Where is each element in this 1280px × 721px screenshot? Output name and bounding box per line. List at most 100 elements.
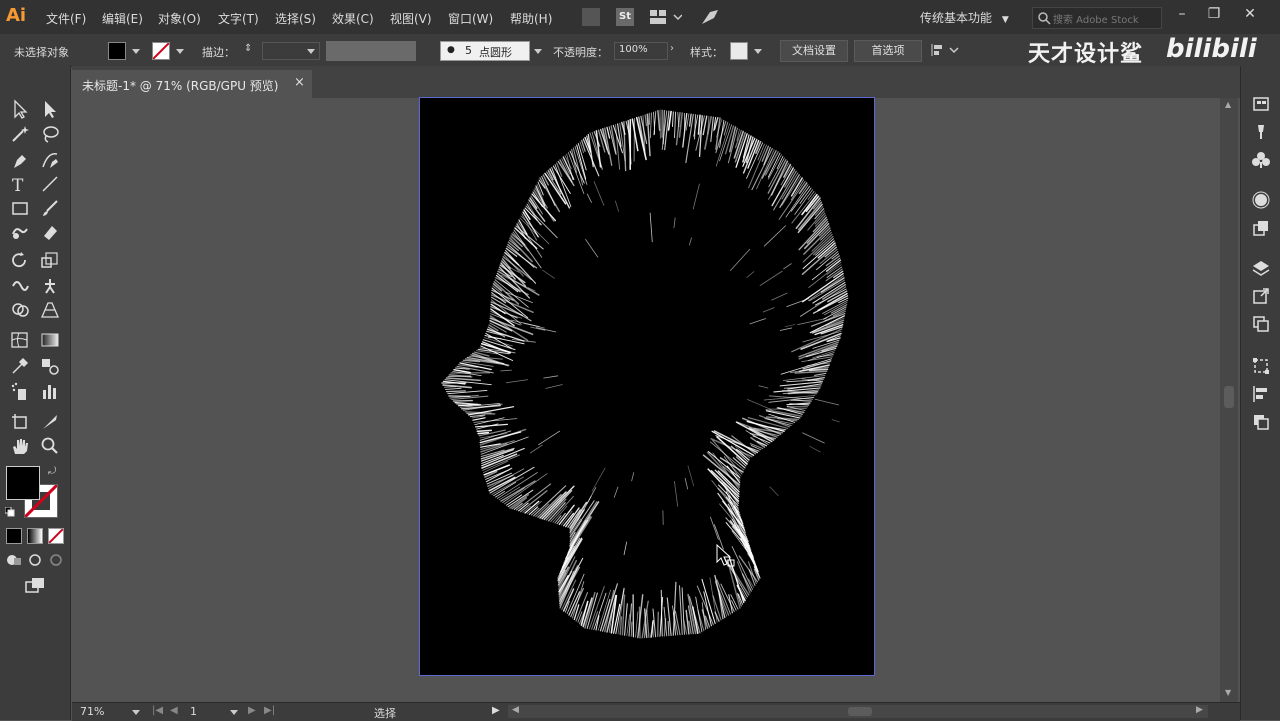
line-tool-icon[interactable] [40,174,60,194]
chevron-down-icon[interactable] [132,49,140,54]
paintbrush-tool-icon[interactable] [40,198,60,218]
menu-type[interactable]: 文字(T) [218,10,259,27]
arrange-documents-icon[interactable] [650,9,682,28]
stroke-weight-field[interactable] [262,42,320,60]
brushes-panel-icon[interactable] [1251,122,1271,142]
chevron-up-icon[interactable]: ▲ [1225,100,1231,109]
curvature-tool-icon[interactable] [40,150,60,170]
horizontal-scrollbar[interactable]: ◀ ▶ [508,705,1208,718]
last-artboard-icon[interactable]: ▶| [264,705,275,716]
chevron-right-icon[interactable]: ▶ [1196,705,1203,715]
brush-definition-select[interactable]: ● 5 点圆形 [440,41,530,61]
eyedropper-tool-icon[interactable] [10,356,30,376]
vertical-scrollbar[interactable]: ▲ ▼ [1220,98,1238,702]
swap-fill-stroke-icon[interactable]: ⤾ [48,466,56,477]
none-mode-icon[interactable] [48,528,64,544]
perspective-grid-tool-icon[interactable] [40,300,60,320]
stroke-swatch[interactable] [152,42,170,60]
fill-swatch[interactable] [108,42,126,60]
close-tab-button[interactable]: × [294,75,305,90]
slice-tool-icon[interactable] [40,412,60,432]
type-tool-icon[interactable]: T [10,174,30,194]
artboards-panel-icon[interactable] [1251,314,1271,334]
color-mode-icon[interactable] [6,528,22,544]
next-artboard-icon[interactable]: ▶ [248,705,256,716]
draw-inside-icon[interactable] [48,552,64,568]
menu-effect[interactable]: 效果(C) [332,10,374,27]
opacity-field[interactable]: 100% [614,42,668,60]
color-panel-icon[interactable] [1251,94,1271,114]
chevron-right-icon[interactable]: › [670,43,674,54]
graphic-style-swatch[interactable] [730,42,748,60]
menu-help[interactable]: 帮助(H) [510,10,552,27]
fill-color-box[interactable] [6,466,40,500]
stroke-stepper-icon[interactable]: ⇕ [244,43,252,54]
vertical-scroll-thumb[interactable] [1224,386,1234,408]
screen-mode-icon[interactable] [24,576,46,594]
symbol-sprayer-tool-icon[interactable] [10,382,30,402]
workspace-switcher[interactable]: 传统基本功能 ▼ [920,9,1009,26]
graphic-styles-panel-icon[interactable] [1251,218,1271,238]
previous-artboard-icon[interactable]: ◀ [170,705,178,716]
restore-button[interactable]: ❐ [1204,4,1224,24]
status-menu-icon[interactable]: ▶ [492,705,500,716]
align-panel-icon[interactable] [1251,384,1271,404]
document-setup-button[interactable]: 文档设置 [780,40,848,62]
document-tab[interactable]: 未标题-1* @ 71% (RGB/GPU 预览) × [72,70,312,98]
artboard[interactable] [419,97,875,676]
lasso-tool-icon[interactable] [40,124,60,144]
menu-object[interactable]: 对象(O) [158,10,201,27]
appearance-panel-icon[interactable] [1251,190,1271,210]
eraser-tool-icon[interactable] [40,222,60,242]
menu-view[interactable]: 视图(V) [390,10,432,27]
zoom-level-select[interactable]: 71% [76,704,142,719]
selection-tool-icon[interactable] [10,99,30,119]
layers-panel-icon[interactable] [1251,258,1271,278]
rectangle-tool-icon[interactable] [10,198,30,218]
transform-panel-icon[interactable] [1251,356,1271,376]
rotate-tool-icon[interactable] [10,250,30,270]
chevron-down-icon[interactable] [534,49,542,54]
artboard-number-select[interactable]: 1 [184,704,240,719]
direct-selection-tool-icon[interactable] [40,99,60,119]
gpu-performance-icon[interactable] [700,8,720,29]
stock-search-input[interactable]: 搜索 Adobe Stock [1032,7,1162,29]
mesh-tool-icon[interactable] [10,330,30,350]
draw-behind-icon[interactable] [27,552,43,568]
column-graph-tool-icon[interactable] [40,382,60,402]
minimize-button[interactable]: – [1172,4,1192,24]
default-colors-icon[interactable] [5,506,15,516]
gradient-mode-icon[interactable] [27,528,43,544]
menu-file[interactable]: 文件(F) [46,10,86,27]
close-window-button[interactable]: ✕ [1240,4,1260,24]
warp-tool-icon[interactable] [10,276,30,296]
blend-tool-icon[interactable] [40,356,60,376]
chevron-down-icon[interactable] [754,49,762,54]
horizontal-scroll-thumb[interactable] [848,707,872,716]
first-artboard-icon[interactable]: |◀ [152,705,163,716]
align-icon[interactable] [930,42,960,61]
magic-wand-tool-icon[interactable] [10,124,30,144]
artboard-tool-icon[interactable] [10,412,30,432]
pen-tool-icon[interactable] [10,150,30,170]
hand-tool-icon[interactable] [10,436,30,456]
shaper-tool-icon[interactable] [10,222,30,242]
gradient-tool-icon[interactable] [40,330,60,350]
shape-builder-tool-icon[interactable] [10,300,30,320]
pathfinder-panel-icon[interactable] [1251,412,1271,432]
zoom-tool-icon[interactable] [40,436,60,456]
menu-select[interactable]: 选择(S) [275,10,316,27]
symbols-panel-icon[interactable] [1251,150,1271,170]
menu-window[interactable]: 窗口(W) [448,10,493,27]
draw-normal-icon[interactable] [6,552,22,568]
puppet-warp-tool-icon[interactable] [40,276,60,296]
chevron-left-icon[interactable]: ◀ [512,705,519,715]
bridge-icon[interactable] [582,8,600,26]
asset-export-panel-icon[interactable] [1251,286,1271,306]
scale-tool-icon[interactable] [40,250,60,270]
variable-width-profile[interactable] [326,41,416,61]
chevron-down-icon[interactable] [176,49,184,54]
stock-icon[interactable]: St [616,8,634,26]
preferences-button[interactable]: 首选项 [854,40,922,62]
chevron-down-icon[interactable]: ▼ [1225,688,1231,697]
